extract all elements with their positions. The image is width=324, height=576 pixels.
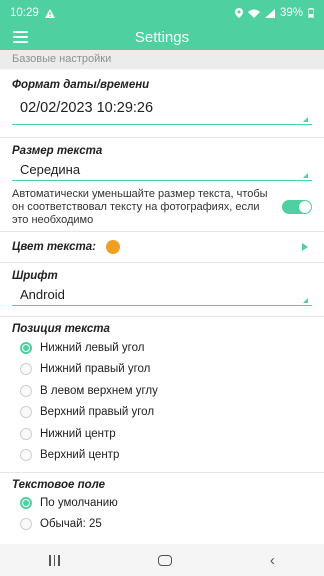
position-option-label: Верхний центр bbox=[40, 449, 120, 462]
position-option[interactable]: Нижний центр bbox=[0, 423, 324, 445]
text-field-option[interactable]: По умолчанию bbox=[0, 492, 324, 514]
position-option-label: Нижний центр bbox=[40, 427, 116, 440]
dropdown-arrow-icon bbox=[303, 173, 308, 178]
text-field-radio-group: По умолчанию Обычай: 25 bbox=[0, 492, 324, 535]
battery-percent: 39% bbox=[279, 7, 303, 19]
settings-list[interactable]: Базовые настройки Формат даты/времени 02… bbox=[0, 50, 324, 544]
status-bar: 10:29 39% bbox=[0, 0, 324, 26]
radio-button[interactable] bbox=[20, 363, 32, 376]
page-title: Settings bbox=[134, 29, 190, 46]
position-option-label: Нижний правый угол bbox=[40, 363, 151, 376]
text-color-row[interactable]: Цвет текста: bbox=[0, 232, 324, 262]
position-option[interactable]: Верхний центр bbox=[0, 445, 324, 467]
text-color-swatch[interactable] bbox=[106, 240, 121, 254]
radio-button[interactable] bbox=[20, 518, 32, 531]
switch-knob bbox=[299, 201, 311, 213]
text-position-radio-group: Нижний левый угол Нижний правый угол В л… bbox=[0, 337, 324, 466]
font-spinner[interactable]: Android bbox=[12, 286, 312, 306]
text-field-label: Текстовое поле bbox=[12, 479, 106, 491]
radio-button[interactable] bbox=[20, 406, 32, 419]
position-option[interactable]: Нижний правый угол bbox=[0, 359, 324, 381]
text-size-setting: Размер текста Середина bbox=[0, 138, 324, 181]
text-size-spinner[interactable]: Середина bbox=[12, 161, 312, 181]
text-size-label: Размер текста bbox=[12, 145, 103, 157]
location-icon bbox=[234, 8, 243, 18]
status-icons: 39% bbox=[234, 7, 314, 19]
signal-icon bbox=[264, 8, 275, 18]
position-option[interactable]: Нижний левый угол bbox=[0, 337, 324, 359]
text-size-value: Середина bbox=[20, 162, 81, 177]
radio-button[interactable] bbox=[20, 427, 32, 440]
dropdown-arrow-icon bbox=[303, 298, 308, 303]
text-field-setting: Текстовое поле bbox=[0, 473, 324, 491]
section-header-basic: Базовые настройки bbox=[0, 50, 324, 69]
text-position-setting: Позиция текста bbox=[0, 317, 324, 335]
dropdown-arrow-icon bbox=[303, 117, 308, 122]
position-option[interactable]: В левом верхнем углу bbox=[0, 380, 324, 402]
chevron-right-icon bbox=[302, 243, 308, 251]
position-option-label: В левом верхнем углу bbox=[40, 384, 158, 397]
auto-shrink-text: Автоматически уменьшайте размер текста, … bbox=[12, 187, 268, 226]
system-nav-bar: ‹ bbox=[0, 544, 324, 576]
font-label: Шрифт bbox=[12, 270, 58, 282]
date-format-value: 02/02/2023 10:29:26 bbox=[20, 100, 154, 116]
radio-button[interactable] bbox=[20, 496, 32, 509]
text-position-label: Позиция текста bbox=[12, 323, 110, 335]
text-field-option-label: По умолчанию bbox=[40, 496, 118, 509]
status-time: 10:29 bbox=[10, 7, 39, 19]
text-field-option[interactable]: Обычай: 25 bbox=[0, 514, 324, 536]
auto-shrink-row[interactable]: Автоматически уменьшайте размер текста, … bbox=[0, 187, 324, 227]
date-format-setting: Формат даты/времени 02/02/2023 10:29:26 bbox=[0, 69, 324, 125]
text-color-label: Цвет текста: bbox=[12, 241, 97, 253]
battery-icon bbox=[308, 8, 314, 18]
position-option-label: Нижний левый угол bbox=[40, 341, 145, 354]
font-value: Android bbox=[20, 287, 65, 302]
position-option[interactable]: Верхний правый угол bbox=[0, 402, 324, 424]
auto-shrink-switch[interactable] bbox=[282, 200, 312, 214]
radio-button[interactable] bbox=[20, 341, 32, 354]
alert-triangle-icon bbox=[44, 8, 55, 18]
radio-button[interactable] bbox=[20, 384, 32, 397]
radio-button[interactable] bbox=[20, 449, 32, 462]
home-icon[interactable] bbox=[157, 554, 172, 566]
app-bar: Settings bbox=[0, 26, 324, 50]
position-option-label: Верхний правый угол bbox=[40, 406, 155, 419]
font-setting: Шрифт Android bbox=[0, 263, 324, 306]
date-format-spinner[interactable]: 02/02/2023 10:29:26 bbox=[12, 99, 312, 125]
date-format-label: Формат даты/времени bbox=[12, 79, 150, 91]
back-icon[interactable]: ‹ bbox=[270, 552, 275, 569]
wifi-icon bbox=[247, 9, 260, 18]
recents-icon[interactable] bbox=[49, 554, 60, 566]
text-field-option-label: Обычай: 25 bbox=[40, 518, 102, 531]
